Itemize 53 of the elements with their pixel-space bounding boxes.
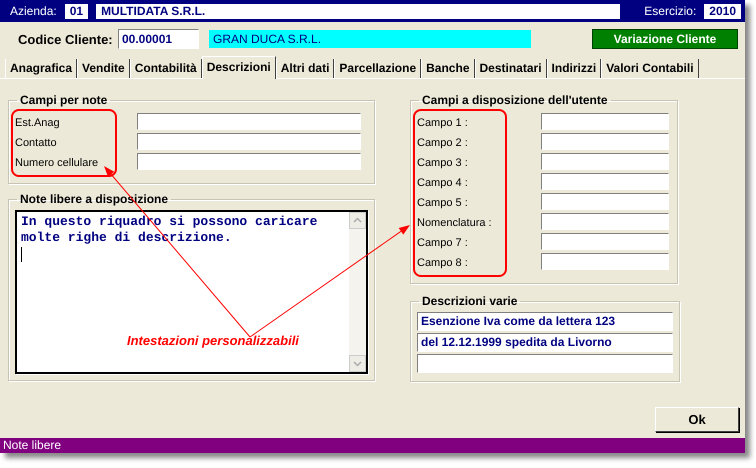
input-field[interactable] [541, 113, 669, 130]
group-title: Campi per note [19, 93, 108, 107]
input-field[interactable] [541, 133, 669, 150]
tab[interactable]: Descrizioni [202, 56, 276, 79]
tab[interactable]: Banche [421, 59, 474, 78]
tab[interactable]: Anagrafica [5, 59, 78, 78]
field-label: Campo 3 : [417, 156, 469, 171]
input-field[interactable] [541, 213, 669, 230]
field-label: Numero cellulare [15, 156, 100, 171]
field-label: Campo 8 : [417, 256, 469, 271]
scroll-down-icon[interactable] [349, 355, 366, 372]
customer-code-label: Codice Cliente: [18, 32, 114, 46]
customer-code-field[interactable]: 00.00001 [118, 29, 199, 49]
company-code: 01 [64, 4, 88, 18]
edit-customer-button[interactable]: Variazione Cliente [592, 29, 738, 49]
field-label: Est.Anag [15, 116, 61, 131]
field-label: Nomenclatura : [417, 216, 493, 231]
tab[interactable]: Vendite [77, 59, 130, 78]
field-label: Campo 4 : [417, 176, 469, 191]
input-field[interactable] [541, 193, 669, 210]
tab[interactable]: Parcellazione [334, 59, 422, 78]
company-name: MULTIDATA S.R.L. [96, 4, 620, 18]
description-field[interactable]: Esenzione Iva come da lettera 123 [417, 312, 673, 331]
field-label: Contatto [15, 136, 58, 151]
customer-name-field: GRAN DUCA S.R.L. [209, 30, 531, 48]
field-label: Campo 1 : [417, 116, 469, 131]
scroll-bar[interactable] [349, 212, 366, 372]
status-bar: Note libere [0, 438, 745, 453]
year-value: 2010 [704, 4, 741, 18]
year-label: Esercizio: [644, 4, 696, 18]
field-label: Campo 7 : [417, 236, 469, 251]
field-label: Campo 2 : [417, 136, 469, 151]
group-title: Descrizioni varie [421, 294, 518, 308]
description-field[interactable]: del 12.12.1999 spedita da Livorno [417, 333, 673, 352]
company-label: Azienda: [10, 4, 57, 18]
input-field[interactable] [541, 153, 669, 170]
tab[interactable]: Altri dati [276, 59, 334, 78]
input-field[interactable] [137, 153, 361, 170]
group-title: Campi a disposizione dell'utente [421, 93, 609, 107]
input-field[interactable] [541, 253, 669, 270]
description-field[interactable] [417, 354, 673, 373]
input-field[interactable] [541, 233, 669, 250]
tab[interactable]: Destinatari [474, 59, 547, 78]
tab[interactable]: Indirizzi [546, 59, 602, 78]
tab[interactable]: Valori Contabili [601, 59, 699, 78]
text-cursor [21, 247, 22, 262]
field-label: Campo 5 : [417, 196, 469, 211]
input-field[interactable] [137, 113, 361, 130]
ok-button[interactable]: Ok [655, 407, 739, 432]
annotation-text: Intestazioni personalizzabili [127, 333, 299, 348]
input-field[interactable] [137, 133, 361, 150]
input-field[interactable] [541, 173, 669, 190]
scroll-up-icon[interactable] [349, 212, 366, 229]
